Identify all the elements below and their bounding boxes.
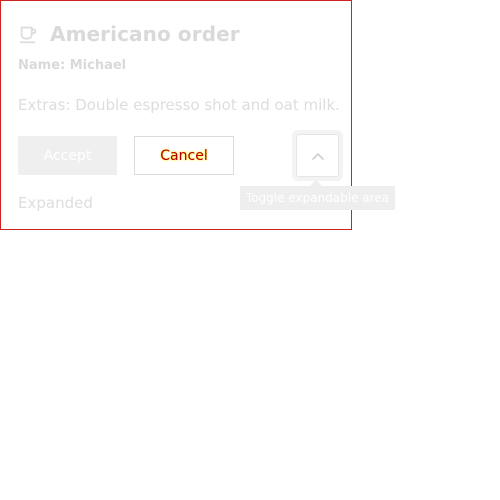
toggle-expandable-button[interactable] (292, 130, 343, 181)
expanded-content: Expanded (18, 194, 93, 212)
cancel-button[interactable]: Cancel (134, 136, 234, 175)
card-header: Americano order (18, 20, 240, 48)
toggle-button-inner[interactable] (296, 134, 339, 177)
page-title: Americano order (50, 22, 240, 46)
accept-button[interactable]: Accept (18, 136, 117, 175)
toggle-tooltip: Toggle expandable area (240, 186, 395, 210)
cancel-button-label: Cancel (160, 147, 208, 164)
customer-name: Name: Michael (18, 58, 127, 73)
accept-button-label: Accept (43, 147, 92, 164)
coffee-cup-icon (18, 23, 40, 45)
order-extras: Extras: Double espresso shot and oat mil… (18, 96, 340, 114)
chevron-up-icon (311, 152, 324, 160)
